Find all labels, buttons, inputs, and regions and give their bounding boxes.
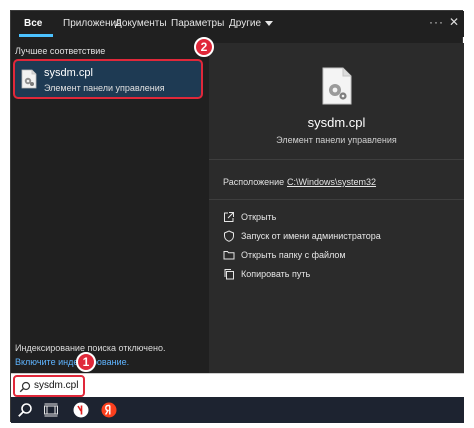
run-as-admin-icon: [224, 230, 234, 242]
tab-other-label: Другие: [229, 18, 262, 29]
action-label: Запуск от имени администратора: [241, 231, 381, 241]
action-label: Копировать путь: [241, 269, 311, 279]
results-pane: Лучшее соответствие sysdm.cpl Элемент па…: [11, 37, 203, 375]
search-bar[interactable]: sysdm.cpl: [11, 373, 464, 397]
open-folder-icon: [223, 251, 235, 260]
taskbar: [11, 397, 464, 423]
best-match-result[interactable]: sysdm.cpl Элемент панели управления: [13, 59, 203, 99]
chevron-down-icon: [265, 20, 274, 26]
location-path-link[interactable]: C:\Windows\system32: [287, 177, 376, 187]
details-pane: sysdm.cpl Элемент панели управления Расп…: [209, 43, 464, 375]
task-view-icon[interactable]: [43, 402, 59, 418]
open-icon: [224, 212, 234, 222]
detail-subtitle: Элемент панели управления: [276, 135, 397, 145]
tab-other[interactable]: Другие: [229, 11, 274, 37]
copy-path-icon: [224, 269, 234, 280]
search-icon: [19, 381, 31, 393]
tab-apps[interactable]: Приложения: [63, 11, 122, 37]
result-name: sysdm.cpl: [44, 67, 93, 79]
step-badge-2: 2: [194, 37, 214, 57]
action-label: Открыть папку с файлом: [241, 250, 346, 260]
section-title: Лучшее соответствие: [15, 46, 106, 56]
control-panel-file-icon: [21, 69, 37, 89]
search-query: sysdm.cpl: [34, 380, 79, 391]
tab-bar: Все Приложения Документы Параметры Други…: [11, 11, 464, 37]
tab-settings[interactable]: Параметры: [171, 11, 224, 37]
action-label: Открыть: [241, 212, 277, 222]
yandex-icon[interactable]: [101, 402, 117, 418]
indexing-notice: Индексирование поиска отключено.: [15, 343, 166, 353]
search-input[interactable]: sysdm.cpl: [13, 375, 85, 397]
divider: [209, 199, 464, 200]
close-icon[interactable]: ✕: [449, 15, 459, 29]
step-badge-1: 1: [76, 352, 96, 372]
divider: [209, 159, 464, 160]
search-icon[interactable]: [17, 402, 33, 418]
more-icon[interactable]: ···: [429, 15, 444, 29]
detail-title: sysdm.cpl: [307, 115, 366, 130]
location-label: Расположение: [223, 177, 285, 187]
indexing-link[interactable]: Включите индексирование.: [15, 357, 129, 367]
tab-documents[interactable]: Документы: [115, 11, 167, 37]
result-subtitle: Элемент панели управления: [44, 83, 165, 93]
yandex-browser-icon[interactable]: [73, 402, 89, 418]
control-panel-file-icon: [322, 67, 352, 105]
